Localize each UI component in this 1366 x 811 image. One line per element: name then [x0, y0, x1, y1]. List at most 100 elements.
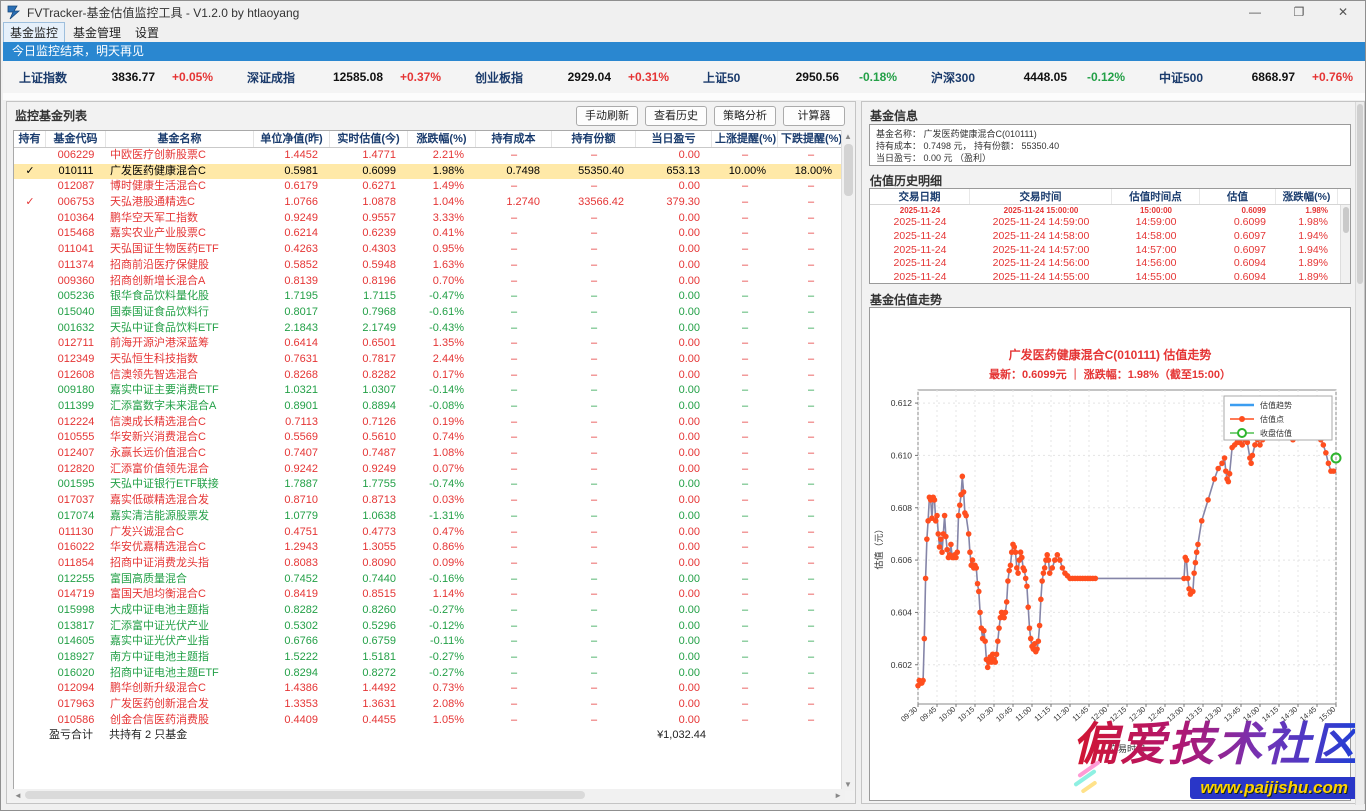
history-row[interactable]: 2025-11-242025-11-24 14:57:0014:57:000.6…	[870, 244, 1350, 258]
scroll-left-arrow[interactable]: ◄	[14, 791, 22, 800]
scroll-down-arrow[interactable]: ▼	[842, 780, 854, 789]
scrollbar-thumb[interactable]	[1343, 207, 1349, 233]
scroll-up-arrow[interactable]: ▲	[842, 132, 854, 141]
view-history-button[interactable]: 查看历史	[645, 106, 707, 126]
menu-settings[interactable]: 设置	[129, 23, 165, 42]
fund-row-014719[interactable]: 014719富国天旭均衡混合C0.84190.85151.14%––0.00––	[14, 587, 844, 603]
maximize-button[interactable]: ❐	[1277, 1, 1321, 23]
cell-up_alert: –	[712, 572, 778, 588]
fund-row-017074[interactable]: 017074嘉实清洁能源股票发1.07791.0638-1.31%––0.00–…	[14, 509, 844, 525]
history-scrollbar[interactable]	[1340, 205, 1350, 283]
history-table: 交易日期交易时间估值时间点估值涨跌幅(%) 2025-11-242025-11-…	[869, 188, 1351, 284]
fund-row-010555[interactable]: 010555华安新兴消费混合C0.55690.56100.74%––0.00––	[14, 430, 844, 446]
cell-shares: –	[552, 352, 636, 368]
app-window: FVTracker-基金估值监控工具 - V1.2.0 by htlaoyang…	[0, 0, 1366, 811]
fund-row-012224[interactable]: 012224信澳成长精选混合C0.71130.71260.19%––0.00––	[14, 415, 844, 431]
cell-pct: 0.74%	[408, 430, 476, 446]
fund-row-001632[interactable]: 001632天弘中证食品饮料ETF2.18432.1749-0.43%––0.0…	[14, 321, 844, 337]
fund-row-009360[interactable]: 009360招商创新增长混合A0.81390.81960.70%––0.00––	[14, 274, 844, 290]
history-row[interactable]: 2025-11-242025-11-24 14:58:0014:58:000.6…	[870, 230, 1350, 244]
minimize-button[interactable]: —	[1233, 1, 1277, 23]
fund-row-006229[interactable]: 006229中欧医疗创新股票C1.44521.47712.21%––0.00––	[14, 148, 844, 164]
cell-shares: –	[552, 446, 636, 462]
scrollbar-thumb[interactable]	[25, 791, 585, 799]
scrollbar-thumb[interactable]	[1357, 104, 1363, 284]
column-header[interactable]: 基金名称	[106, 131, 254, 147]
fund-row-006753[interactable]: ✓006753天弘港股通精选C1.07661.08781.04%1.274033…	[14, 195, 844, 211]
fund-row-011374[interactable]: 011374招商前沿医疗保健股0.58520.59481.63%––0.00––	[14, 258, 844, 274]
index-quote: 沪深300 4448.05 -0.12%	[931, 69, 1153, 86]
scrollbar-thumb[interactable]	[844, 144, 853, 196]
cell-pnl: 0.00	[636, 274, 712, 290]
fund-row-015998[interactable]: 015998大成中证电池主题指0.82820.8260-0.27%––0.00–…	[14, 603, 844, 619]
history-row[interactable]: 2025-11-242025-11-24 14:56:0014:56:000.6…	[870, 257, 1350, 271]
fund-row-001595[interactable]: 001595天弘中证银行ETF联接1.78871.7755-0.74%––0.0…	[14, 477, 844, 493]
manual-refresh-button[interactable]: 手动刷新	[576, 106, 638, 126]
column-header[interactable]: 持有成本	[476, 131, 552, 147]
column-header[interactable]: 持有份额	[552, 131, 636, 147]
fund-row-011041[interactable]: 011041天弘国证生物医药ETF0.42630.43030.95%––0.00…	[14, 242, 844, 258]
calculator-button[interactable]: 计算器	[783, 106, 845, 126]
scroll-right-arrow[interactable]: ►	[834, 791, 842, 800]
fund-table-vertical-scrollbar[interactable]: ▲ ▼	[841, 130, 854, 791]
history-row[interactable]: 2025-11-242025-11-24 15:00:0015:00:000.6…	[870, 205, 1350, 216]
cell-est: 0.6239	[330, 226, 408, 242]
fund-row-012407[interactable]: 012407永赢长远价值混合C0.74070.74871.08%––0.00––	[14, 446, 844, 462]
fund-row-010111[interactable]: ✓010111广发医药健康混合C0.59810.60991.98%0.74985…	[14, 164, 844, 180]
fund-row-017037[interactable]: 017037嘉实低碳精选混合发0.87100.87130.03%––0.00––	[14, 493, 844, 509]
cell-down_alert: –	[778, 477, 844, 493]
menu-fund-manage[interactable]: 基金管理	[67, 23, 127, 42]
history-column-header[interactable]: 涨跌幅(%)	[1276, 189, 1338, 204]
cell-pnl: 0.00	[636, 242, 712, 258]
fund-table-horizontal-scrollbar[interactable]: ◄ ►	[11, 789, 845, 801]
fund-row-009180[interactable]: 009180嘉实中证主要消费ETF1.03211.0307-0.14%––0.0…	[14, 383, 844, 399]
history-row[interactable]: 2025-11-242025-11-24 14:55:0014:55:000.6…	[870, 271, 1350, 284]
column-header[interactable]: 上涨提醒(%)	[712, 131, 778, 147]
cell-cost: –	[476, 383, 552, 399]
fund-row-011854[interactable]: 011854招商中证消费龙头指0.80830.80900.09%––0.00––	[14, 556, 844, 572]
fund-row-010364[interactable]: 010364鹏华空天军工指数0.92490.95573.33%––0.00––	[14, 211, 844, 227]
column-header[interactable]: 涨跌幅(%)	[408, 131, 476, 147]
column-header[interactable]: 基金代码	[46, 131, 106, 147]
fund-row-016020[interactable]: 016020招商中证电池主题ETF0.82940.8272-0.27%––0.0…	[14, 666, 844, 682]
fund-row-013817[interactable]: 013817汇添富中证光伏产业0.53020.5296-0.12%––0.00–…	[14, 619, 844, 635]
fund-row-015468[interactable]: 015468嘉实农业产业股票C0.62140.62390.41%––0.00––	[14, 226, 844, 242]
cell-est: 0.6759	[330, 634, 408, 650]
fund-row-005236[interactable]: 005236银华食品饮料量化股1.71951.7115-0.47%––0.00–…	[14, 289, 844, 305]
history-row[interactable]: 2025-11-242025-11-24 14:59:0014:59:000.6…	[870, 216, 1350, 230]
cell-down_alert: –	[778, 368, 844, 384]
column-header[interactable]: 实时估值(今)	[330, 131, 408, 147]
fund-row-015040[interactable]: 015040国泰国证食品饮料行0.80170.7968-0.61%––0.00–…	[14, 305, 844, 321]
column-header[interactable]: 单位净值(昨)	[254, 131, 330, 147]
fund-row-012349[interactable]: 012349天弘恒生科技指数0.76310.78172.44%––0.00––	[14, 352, 844, 368]
cell-name: 信澳成长精选混合C	[106, 415, 254, 431]
fund-row-012094[interactable]: 012094鹏华创新升级混合C1.43861.44920.73%––0.00––	[14, 681, 844, 697]
fund-row-012711[interactable]: 012711前海开源沪港深蓝筹0.64140.65011.35%––0.00––	[14, 336, 844, 352]
fund-row-017963[interactable]: 017963广发医药创新混合发1.33531.36312.08%––0.00––	[14, 697, 844, 713]
history-column-header[interactable]: 交易时间	[970, 189, 1112, 204]
column-header[interactable]: 持有	[14, 131, 46, 147]
cell-down_alert: –	[778, 446, 844, 462]
fund-row-010586[interactable]: 010586创金合信医药消费股0.44090.44551.05%––0.00––	[14, 713, 844, 729]
column-header[interactable]: 下跌提醒(%)	[778, 131, 844, 147]
cell-nav: 1.2943	[254, 540, 330, 556]
detail-panel-scrollbar[interactable]	[1355, 102, 1364, 805]
fund-row-014605[interactable]: 014605嘉实中证光伏产业指0.67660.6759-0.11%––0.00–…	[14, 634, 844, 650]
fund-row-012820[interactable]: 012820汇添富价值领先混合0.92420.92490.07%––0.00––	[14, 462, 844, 478]
cell-held	[14, 477, 46, 493]
history-column-header[interactable]: 估值	[1200, 189, 1276, 204]
history-column-header[interactable]: 交易日期	[870, 189, 970, 204]
close-button[interactable]: ✕	[1321, 1, 1365, 23]
fund-row-012087[interactable]: 012087博时健康生活混合C0.61790.62711.49%––0.00––	[14, 179, 844, 195]
strategy-analysis-button[interactable]: 策略分析	[714, 106, 776, 126]
history-column-header[interactable]: 估值时间点	[1112, 189, 1200, 204]
fund-row-011130[interactable]: 011130广发兴诚混合C0.47510.47730.47%––0.00––	[14, 525, 844, 541]
menu-fund-monitor[interactable]: 基金监控	[3, 22, 65, 43]
fund-row-012255[interactable]: 012255富国高质量混合0.74520.7440-0.16%––0.00––	[14, 572, 844, 588]
fund-row-016022[interactable]: 016022华安优嘉精选混合C1.29431.30550.86%––0.00––	[14, 540, 844, 556]
fund-row-012608[interactable]: 012608信澳领先智选混合0.82680.82820.17%––0.00––	[14, 368, 844, 384]
column-header[interactable]: 当日盈亏	[636, 131, 712, 147]
fund-row-011399[interactable]: 011399汇添富数字未来混合A0.89010.8894-0.08%––0.00…	[14, 399, 844, 415]
cell-held	[14, 179, 46, 195]
fund-row-018927[interactable]: 018927南方中证电池主题指1.52221.5181-0.27%––0.00–…	[14, 650, 844, 666]
